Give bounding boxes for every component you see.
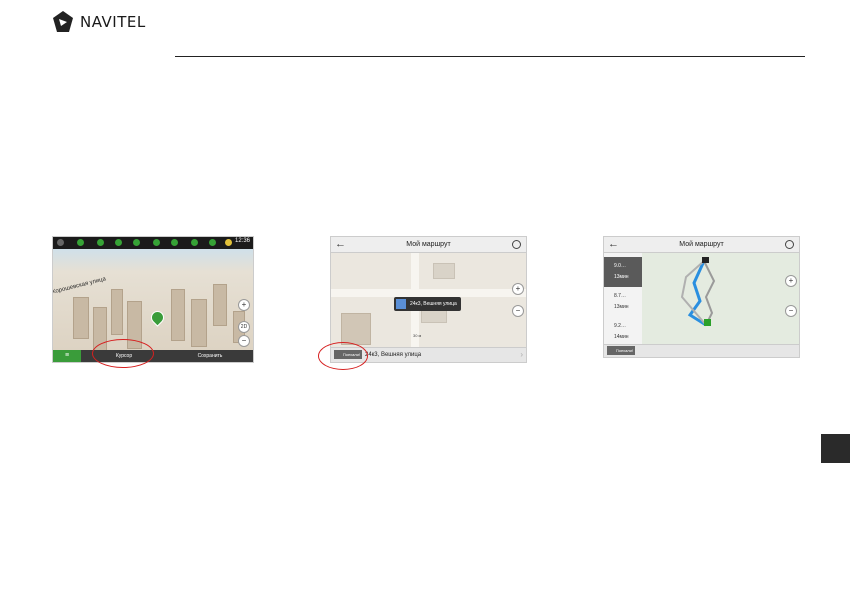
highlight-cursor-button	[92, 339, 154, 368]
zoom-in-button[interactable]: +	[785, 275, 797, 287]
header-rule	[175, 56, 805, 57]
chevron-right-icon[interactable]: ›	[520, 348, 523, 362]
map-scale: 30 м	[413, 333, 422, 338]
zoom-out-button[interactable]: −	[785, 305, 797, 317]
route-title: Мой маршрут	[679, 241, 724, 248]
route-time: 14мин	[614, 334, 629, 340]
brand-name: NAVITEL	[80, 13, 146, 31]
section-tab	[821, 434, 850, 463]
point-tooltip[interactable]: 24к3, Вешняя улица	[394, 297, 461, 311]
start-point-icon	[704, 319, 711, 326]
brand-logo: NAVITEL	[52, 10, 146, 34]
screenshot-route-point: ← Мой маршрут 24к3, Вешняя улица 30 м + …	[330, 236, 527, 363]
highlight-go-button	[318, 342, 368, 370]
route-option[interactable]: 9.2… 14мин	[604, 317, 642, 347]
screenshot-route-variants: ← Мой маршрут 9.0… 13мин 8.7… 13мин 9.2……	[603, 236, 800, 358]
route-overview-map[interactable]: + −	[642, 253, 799, 345]
save-button[interactable]: Сохранить	[167, 350, 253, 362]
street-label: Хорошевская улица	[52, 276, 107, 296]
route-options-list: 9.0… 13мин 8.7… 13мин 9.2… 14мин	[604, 253, 642, 345]
route-header: ← Мой маршрут	[604, 237, 799, 253]
zoom-in-button[interactable]: +	[238, 299, 250, 311]
route-map[interactable]: 24к3, Вешняя улица 30 м + −	[331, 253, 526, 348]
view-mode-button[interactable]: 2D	[238, 321, 250, 333]
navitel-logo-icon	[53, 11, 73, 32]
route-lines	[680, 257, 716, 327]
status-bar: 12:36	[53, 237, 253, 249]
zoom-out-button[interactable]: −	[238, 335, 250, 347]
route-option[interactable]: 9.0… 13мин	[604, 257, 642, 287]
route-time: 13мин	[614, 304, 629, 310]
map-3d-view[interactable]: Хорошевская улица + 2D −	[52, 249, 253, 351]
screenshot-map-3d: 12:36 Хорошевская улица + 2D − ≡ Курсор …	[52, 236, 254, 363]
go-button[interactable]: Поехали!	[607, 346, 635, 355]
menu-icon: ≡	[64, 352, 70, 359]
cursor-pin-icon[interactable]	[148, 308, 167, 327]
route-bottom-bar: Поехали!	[604, 344, 799, 357]
status-time: 12:36	[234, 238, 250, 244]
route-header: ← Мой маршрут	[331, 237, 526, 253]
zoom-out-button[interactable]: −	[512, 305, 524, 317]
zoom-in-button[interactable]: +	[512, 283, 524, 295]
settings-icon[interactable]	[785, 240, 794, 249]
route-option[interactable]: 8.7… 13мин	[604, 287, 642, 317]
building-icon	[396, 299, 406, 309]
route-distance: 8.7…	[614, 293, 626, 299]
settings-icon[interactable]	[512, 240, 521, 249]
tooltip-address: 24к3, Вешняя улица	[410, 301, 457, 307]
menu-button[interactable]: ≡	[53, 350, 81, 362]
route-time: 13мин	[614, 274, 629, 280]
route-title: Мой маршрут	[406, 241, 451, 248]
route-distance: 9.0…	[614, 263, 626, 269]
finish-flag-icon	[702, 257, 709, 263]
route-distance: 9.2…	[614, 323, 626, 329]
selected-address: 24к3, Вешняя улица	[365, 352, 422, 358]
